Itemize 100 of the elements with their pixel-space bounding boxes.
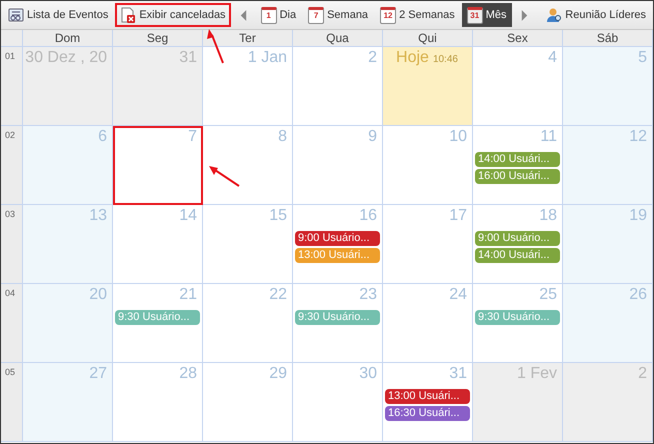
day-number: 16 [359, 207, 377, 225]
toolbar-button[interactable]: Exibir canceladas [115, 3, 231, 27]
day-number: 1 Jan [248, 49, 287, 67]
day-cell[interactable]: 19 [563, 205, 653, 284]
calendar-icon: 31 [466, 6, 483, 24]
view-tab[interactable]: 7 Semana [303, 3, 374, 27]
day-cell[interactable]: 6 [23, 126, 113, 205]
event-chip[interactable]: 14:00 Usuári... [475, 152, 560, 167]
day-cell[interactable]: 1 Jan [203, 47, 293, 126]
day-number: 19 [629, 207, 647, 225]
day-number: 14 [179, 207, 197, 225]
weekday-header: Dom [23, 30, 113, 47]
event-chip[interactable]: 9:30 Usuário... [475, 310, 560, 325]
day-cell[interactable]: 7 [113, 126, 203, 205]
day-number: 12 [629, 128, 647, 146]
day-cell[interactable]: 4 [473, 47, 563, 126]
view-tab[interactable]: 1 Dia [256, 3, 302, 27]
day-cell[interactable]: 5 [563, 47, 653, 126]
day-number: 30 [359, 365, 377, 383]
event-chip[interactable]: 9:00 Usuário... [475, 231, 560, 246]
view-tab[interactable]: 12 2 Semanas [375, 3, 460, 27]
weekday-header: Sex [473, 30, 563, 47]
day-cell[interactable]: 15 [203, 205, 293, 284]
day-cell[interactable]: Hoje 10:46 [383, 47, 473, 126]
day-number: 9 [368, 128, 377, 146]
event-chip[interactable]: 9:00 Usuário... [295, 231, 380, 246]
day-cell[interactable]: 31 13:00 Usuári... 16:30 Usuári... [383, 363, 473, 442]
event-chip[interactable]: 14:00 Usuári... [475, 248, 560, 263]
day-cell[interactable]: 10 [383, 126, 473, 205]
day-number: 18 [539, 207, 557, 225]
day-cell[interactable]: 28 [113, 363, 203, 442]
day-number: 29 [269, 365, 287, 383]
day-number: Hoje [396, 49, 429, 67]
day-cell[interactable]: 26 [563, 284, 653, 363]
day-cell[interactable]: 29 [203, 363, 293, 442]
day-cell[interactable]: 17 [383, 205, 473, 284]
day-cell[interactable]: 21 9:30 Usuário... [113, 284, 203, 363]
annotation-arrow [207, 29, 224, 64]
day-number: 5 [638, 49, 647, 67]
list-icon [8, 7, 24, 23]
day-cell[interactable]: 20 [23, 284, 113, 363]
day-cell[interactable]: 25 9:30 Usuário... [473, 284, 563, 363]
event-chip[interactable]: 13:00 Usuári... [385, 389, 470, 404]
calendar-icon: 7 [308, 6, 324, 24]
weekday-header: Seg [113, 30, 203, 47]
calendar-icon: 12 [380, 6, 396, 24]
day-number: 26 [629, 286, 647, 304]
day-cell[interactable]: 30 [293, 363, 383, 442]
current-time: 10:46 [432, 54, 458, 65]
day-cell[interactable]: 11 14:00 Usuári... 16:00 Usuári... [473, 126, 563, 205]
day-cell[interactable]: 2 [293, 47, 383, 126]
weekday-header: Qui [383, 30, 473, 47]
day-number: 27 [89, 365, 107, 383]
week-number: 04 [1, 284, 23, 363]
event-chip[interactable]: 9:30 Usuário... [295, 310, 380, 325]
next-arrow-icon[interactable] [520, 8, 528, 22]
day-cell[interactable]: 13 [23, 205, 113, 284]
day-number: 6 [98, 128, 107, 146]
day-number: 25 [539, 286, 557, 304]
day-number: 7 [188, 128, 197, 146]
day-cell[interactable]: 22 [203, 284, 293, 363]
toolbar-button[interactable]: Reunião Líderes [541, 3, 651, 27]
event-chip[interactable]: 13:00 Usuári... [295, 248, 380, 263]
toolbar-button[interactable]: Lista de Eventos [3, 3, 114, 27]
day-number: 20 [89, 286, 107, 304]
day-cell[interactable]: 14 [113, 205, 203, 284]
week-number: 01 [1, 47, 23, 126]
day-number: 8 [278, 128, 287, 146]
day-number: 22 [269, 286, 287, 304]
event-chip[interactable]: 16:00 Usuári... [475, 169, 560, 184]
week-number: 05 [1, 363, 23, 442]
day-number: 4 [548, 49, 557, 67]
weekday-header: Ter [203, 30, 293, 47]
week-number: 03 [1, 205, 23, 284]
weekday-header: Qua [293, 30, 383, 47]
day-cell[interactable]: 8 [203, 126, 293, 205]
day-number: 17 [449, 207, 467, 225]
calendar-icon: 1 [260, 6, 277, 24]
day-number: 24 [449, 286, 467, 304]
day-cell[interactable]: 23 9:30 Usuário... [293, 284, 383, 363]
document-cancel-icon [120, 7, 136, 23]
day-number: 21 [179, 286, 197, 304]
day-cell[interactable]: 9 [293, 126, 383, 205]
day-number: 2 [368, 49, 377, 67]
previous-arrow-icon[interactable] [238, 8, 248, 22]
view-tab[interactable]: 31 Mês [462, 3, 512, 27]
day-number: 23 [359, 286, 377, 304]
day-number: 10 [449, 128, 467, 146]
day-cell[interactable]: 18 9:00 Usuário... 14:00 Usuári... [473, 205, 563, 284]
event-chip[interactable]: 16:30 Usuári... [385, 406, 470, 421]
weekday-header: Sáb [563, 30, 653, 47]
day-cell[interactable]: 12 [563, 126, 653, 205]
day-cell[interactable]: 24 [383, 284, 473, 363]
day-cell[interactable]: 16 9:00 Usuário... 13:00 Usuári... [293, 205, 383, 284]
day-number: 28 [179, 365, 197, 383]
day-cell[interactable]: 27 [23, 363, 113, 442]
event-chip[interactable]: 9:30 Usuário... [115, 310, 200, 325]
day-number: 13 [89, 207, 107, 225]
week-number: 02 [1, 126, 23, 205]
person-search-icon [546, 7, 562, 23]
